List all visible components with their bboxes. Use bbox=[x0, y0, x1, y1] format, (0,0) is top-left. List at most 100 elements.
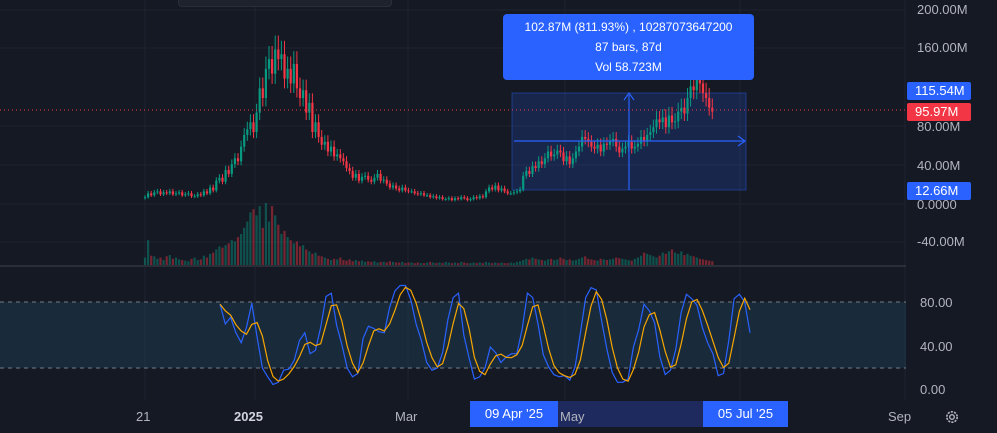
candle bbox=[314, 122, 317, 133]
candle bbox=[286, 68, 289, 79]
volume-bar bbox=[230, 240, 233, 265]
candle bbox=[289, 68, 292, 84]
candle bbox=[360, 176, 364, 181]
volume-bar bbox=[258, 206, 261, 265]
volume-bar bbox=[661, 252, 664, 265]
chart-canvas[interactable] bbox=[0, 0, 997, 433]
candle bbox=[261, 88, 264, 99]
candle bbox=[643, 136, 646, 141]
volume-bar bbox=[243, 227, 246, 265]
volume-bar bbox=[484, 261, 488, 265]
volume-bar bbox=[212, 252, 215, 265]
candle bbox=[488, 187, 491, 192]
candle bbox=[215, 180, 218, 191]
volume-bar bbox=[525, 258, 528, 265]
candle bbox=[277, 49, 280, 60]
candle bbox=[196, 194, 199, 197]
candle bbox=[212, 187, 215, 191]
volume-bar bbox=[506, 263, 509, 265]
volume-bar bbox=[621, 258, 624, 265]
volume-bar bbox=[202, 255, 205, 265]
volume-bar bbox=[605, 260, 608, 265]
volume-bar bbox=[404, 263, 407, 265]
candle bbox=[528, 170, 531, 174]
volume-bar bbox=[698, 258, 701, 265]
candle bbox=[655, 119, 658, 128]
range-low-label: 12.66M bbox=[907, 182, 971, 200]
volume-bar bbox=[472, 262, 475, 265]
candle bbox=[233, 158, 236, 165]
top-toolbar[interactable] bbox=[178, 0, 392, 7]
candle bbox=[302, 90, 305, 99]
volume-bar bbox=[615, 257, 618, 265]
measurement-volume: Vol 58.723M bbox=[595, 60, 662, 74]
volume-bar bbox=[695, 257, 698, 265]
volume-bar bbox=[674, 252, 677, 265]
candle bbox=[602, 143, 605, 152]
volume-bar bbox=[271, 206, 274, 265]
volume-bar bbox=[227, 243, 230, 265]
candle bbox=[667, 115, 670, 128]
candle bbox=[168, 191, 171, 194]
volume-bar bbox=[574, 260, 577, 265]
candle bbox=[308, 102, 311, 113]
candle bbox=[426, 195, 429, 197]
candle bbox=[280, 54, 283, 60]
candle bbox=[190, 193, 193, 197]
volume-bar bbox=[205, 257, 209, 265]
volume-bar bbox=[147, 240, 150, 265]
volume-bar bbox=[218, 246, 221, 265]
volume-bar bbox=[351, 261, 354, 265]
candle bbox=[255, 112, 258, 133]
candle bbox=[475, 197, 478, 199]
candle bbox=[422, 193, 426, 196]
volume-bar bbox=[264, 203, 267, 265]
volume-bar bbox=[565, 260, 568, 265]
candle bbox=[264, 68, 267, 99]
candle bbox=[174, 193, 178, 195]
candle bbox=[581, 136, 584, 147]
volume-bar bbox=[655, 257, 658, 265]
volume-bar bbox=[171, 258, 174, 265]
volume-bar bbox=[292, 243, 295, 265]
candle bbox=[165, 192, 168, 194]
candle bbox=[624, 146, 627, 149]
gear-icon[interactable] bbox=[944, 409, 960, 425]
measurement-change: 102.87M (811.93%) , 10287073647200 bbox=[524, 20, 733, 34]
candle bbox=[571, 158, 574, 165]
candle bbox=[193, 196, 196, 198]
volume-bar bbox=[540, 260, 543, 265]
candle bbox=[283, 54, 286, 79]
osc-tick-0: 0.00 bbox=[920, 382, 946, 397]
volume-bar bbox=[500, 262, 503, 265]
volume-bar bbox=[379, 261, 382, 265]
candle bbox=[419, 193, 422, 195]
volume-bar bbox=[289, 240, 292, 265]
candle bbox=[562, 152, 565, 162]
volume-bar bbox=[581, 257, 584, 265]
volume-bar bbox=[633, 258, 636, 265]
volume-bar bbox=[274, 215, 277, 265]
candle bbox=[271, 59, 274, 74]
candle bbox=[336, 154, 339, 157]
volume-bar bbox=[686, 253, 689, 265]
candle bbox=[605, 143, 608, 145]
candle bbox=[258, 88, 261, 113]
volume-bar bbox=[184, 260, 187, 265]
volume-bar bbox=[422, 263, 426, 265]
volume-bar bbox=[246, 221, 249, 265]
candle bbox=[658, 119, 661, 123]
candle bbox=[599, 144, 602, 152]
candle bbox=[639, 136, 643, 144]
volume-bar bbox=[252, 209, 255, 265]
volume-bar bbox=[398, 262, 401, 265]
range-high-label: 115.54M bbox=[907, 82, 971, 100]
volume-bar bbox=[692, 256, 695, 265]
volume-bar bbox=[680, 251, 683, 265]
volume-bar bbox=[441, 263, 444, 265]
volume-bar bbox=[342, 260, 345, 265]
candle bbox=[205, 191, 209, 194]
candle bbox=[202, 191, 205, 196]
volume-bar bbox=[432, 262, 435, 265]
candle bbox=[509, 193, 512, 195]
